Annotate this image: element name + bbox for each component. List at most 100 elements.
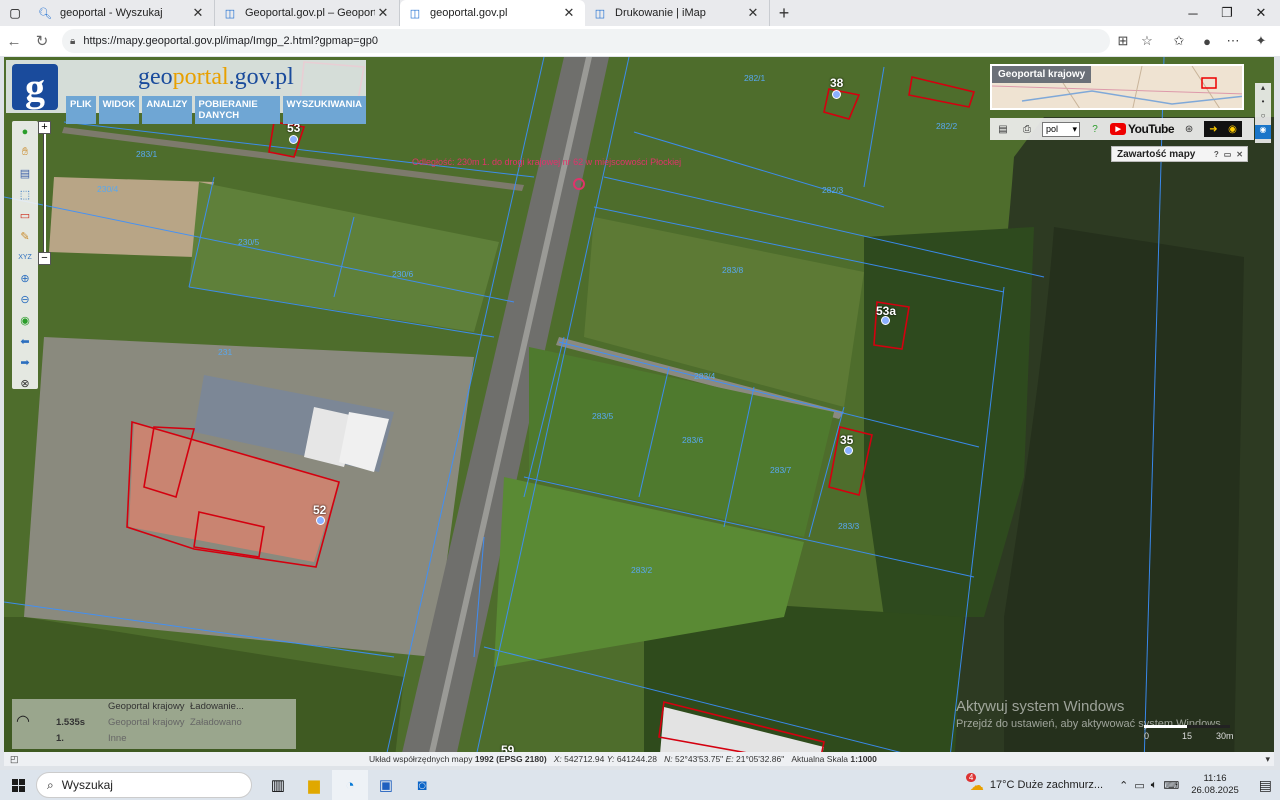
accessibility-icon[interactable]: ⊛ xyxy=(1180,121,1198,137)
volume-icon[interactable]: 🔈︎ xyxy=(1151,779,1158,792)
zoom-out-icon[interactable]: ⊖ xyxy=(12,289,38,310)
zoom-in-icon[interactable]: ⊕ xyxy=(12,268,38,289)
back-arrow-icon[interactable]: ← xyxy=(0,27,28,55)
tab-geoportal-infra[interactable]: ◫ Geoportal.gov.pl – Geoportal Infr... ✕ xyxy=(215,0,400,26)
edge-browser-icon[interactable]: ◔ xyxy=(332,770,368,800)
next-view-arrow-icon[interactable]: ➡ xyxy=(12,352,38,373)
language-value: pol xyxy=(1046,124,1059,134)
address-point-icon[interactable] xyxy=(844,446,853,455)
tab-close-icon[interactable]: ✕ xyxy=(745,5,761,21)
house-number: 35 xyxy=(840,433,854,447)
overview-map[interactable]: Geoportal krajowy xyxy=(990,64,1244,110)
coordinates-status-bar: ◰ Układ współrzędnych mapy 1992 (EPSG 21… xyxy=(4,752,1274,766)
address-point-icon[interactable] xyxy=(881,316,890,325)
loading-row: 1. Inne xyxy=(56,731,190,746)
n-label: N: xyxy=(664,754,673,764)
close-icon[interactable]: ✕ xyxy=(1236,150,1243,159)
info-icon[interactable]: ● xyxy=(12,121,38,142)
menu-plik[interactable]: PLIK xyxy=(66,96,96,124)
page-favicon-icon: ◫ xyxy=(409,7,421,20)
parcel-label: 283/5 xyxy=(592,411,614,421)
favorite-star-icon[interactable]: ☆ xyxy=(1136,30,1158,52)
resize-corner-icon[interactable]: ◰ xyxy=(10,754,19,765)
zoom-minus-button[interactable]: − xyxy=(38,252,51,265)
print-preview-icon[interactable]: ▤ xyxy=(994,121,1012,137)
minimize-button[interactable]: ─ xyxy=(1176,0,1210,26)
language-select[interactable]: pol ▾ xyxy=(1042,121,1080,137)
loading-status: Załadowano xyxy=(190,717,242,728)
copilot-icon[interactable]: ✦ xyxy=(1250,30,1272,52)
file-explorer-icon[interactable]: ▆ xyxy=(296,770,332,800)
x-value: 542712.94 xyxy=(564,754,605,764)
maximize-button[interactable]: ❐ xyxy=(1210,0,1244,26)
contrast-toggle[interactable]: ➜ ◉ xyxy=(1204,121,1243,137)
tab-geoportal-search[interactable]: 🔍︎ geoportal - Wyszukaj ✕ xyxy=(30,0,215,26)
measure-icon[interactable]: ▭ xyxy=(12,205,38,226)
help-icon[interactable]: ? xyxy=(1214,150,1219,159)
tab-close-icon[interactable]: ✕ xyxy=(190,5,206,21)
parcel-label: 230/4 xyxy=(97,184,119,194)
full-extent-globe-icon[interactable]: ◉ xyxy=(12,310,38,331)
youtube-link[interactable]: ▶ YouTube xyxy=(1110,122,1175,136)
url-text: https://mapy.geoportal.gov.pl/imap/Imgp_… xyxy=(83,35,378,47)
layers-icon[interactable]: ▤ xyxy=(12,163,38,184)
select-area-icon[interactable]: ⬚ xyxy=(12,184,38,205)
pan-hand-icon[interactable]: ✋︎ xyxy=(12,142,38,163)
task-view-icon[interactable]: ▥ xyxy=(260,770,296,800)
menu-analizy[interactable]: ANALIZY xyxy=(142,96,192,124)
restore-icon[interactable]: ▭ xyxy=(1224,150,1232,159)
scroll-down-icon[interactable]: ▾ xyxy=(1265,754,1270,765)
new-tab-button[interactable]: + xyxy=(770,0,798,26)
loading-row: 1.535s Geoportal krajowy Załadowano xyxy=(56,715,242,730)
coordinates-xyz-icon[interactable]: XYZ xyxy=(12,247,38,268)
apps-icon[interactable]: ⊞ xyxy=(1112,30,1134,52)
dot-icon[interactable]: • xyxy=(1255,97,1271,111)
youtube-label: YouTube xyxy=(1128,122,1175,136)
clock[interactable]: 11:16 26.08.2025 xyxy=(1185,773,1245,797)
address-point-icon[interactable] xyxy=(832,90,841,99)
geoportal-logo[interactable]: g xyxy=(12,64,58,110)
tab-actions-icon[interactable]: ▢ xyxy=(0,0,30,26)
map-canvas[interactable]: Odległość: 230m 1. do drogi krajowej nr … xyxy=(4,57,1274,766)
notifications-icon[interactable]: ▤ xyxy=(1251,777,1280,794)
address-point-icon[interactable] xyxy=(316,516,325,525)
tab-close-icon[interactable]: ✕ xyxy=(561,5,577,21)
network-icon[interactable]: ▭ xyxy=(1134,779,1144,792)
zoom-track[interactable] xyxy=(43,134,46,252)
url-field[interactable]: 🔒︎ https://mapy.geoportal.gov.pl/imap/Im… xyxy=(62,29,1110,53)
start-button[interactable] xyxy=(0,770,36,800)
keyboard-icon[interactable]: ⌨ xyxy=(1163,779,1179,792)
store-icon[interactable]: ▣ xyxy=(368,770,404,800)
tab-geoportal-active[interactable]: ◫ geoportal.gov.pl ✕ xyxy=(400,0,585,26)
youtube-play-icon: ▶ xyxy=(1110,123,1126,135)
menu-pobieranie-danych[interactable]: POBIERANIE DANYCH xyxy=(194,96,280,124)
help-question-icon[interactable]: ? xyxy=(1086,121,1104,137)
loading-source: Inne xyxy=(108,733,127,744)
tab-drukowanie[interactable]: ◫ Drukowanie | iMap ✕ xyxy=(585,0,770,26)
outlook-icon[interactable]: ◙ xyxy=(404,770,440,800)
tab-close-icon[interactable]: ✕ xyxy=(375,5,391,21)
zoom-slider[interactable]: + − xyxy=(38,121,54,267)
menu-widok[interactable]: WIDOK xyxy=(98,96,140,124)
draw-pencil-icon[interactable]: ✎ xyxy=(12,226,38,247)
close-window-button[interactable]: ✕ xyxy=(1244,0,1278,26)
weather-text[interactable]: 17°C Duże zachmurz... xyxy=(990,779,1103,791)
more-menu-icon[interactable]: ⋯ xyxy=(1222,30,1244,52)
collapse-icon[interactable]: ▴ xyxy=(1255,83,1271,97)
address-point-icon[interactable] xyxy=(289,135,298,144)
reload-icon[interactable]: ↻ xyxy=(28,27,56,55)
previous-view-arrow-icon[interactable]: ⬅ xyxy=(12,331,38,352)
map-content-window[interactable]: Zawartość mapy ? ▭ ✕ xyxy=(1111,146,1248,162)
zoom-plus-button[interactable]: + xyxy=(38,121,51,134)
menu-wyszukiwania[interactable]: WYSZUKIWANIA xyxy=(282,96,366,124)
site-info-icon[interactable]: 🔒︎ xyxy=(70,36,75,47)
printer-icon[interactable]: ⎙ xyxy=(1018,121,1036,137)
taskbar-search-box[interactable]: ⌕ Wyszukaj xyxy=(36,772,252,798)
profile-avatar[interactable]: ● xyxy=(1196,30,1218,52)
help-lifebuoy-icon[interactable]: ⊗ xyxy=(12,373,38,394)
favorites-icon[interactable]: ✩ xyxy=(1168,30,1190,52)
ring-icon[interactable]: ○ xyxy=(1255,111,1271,125)
show-hidden-icons-chevron-icon[interactable]: ⌃ xyxy=(1119,779,1128,792)
visibility-eye-icon[interactable]: ◉ xyxy=(1255,125,1271,139)
weather-icon[interactable]: ☁︎ 4 xyxy=(965,772,984,794)
